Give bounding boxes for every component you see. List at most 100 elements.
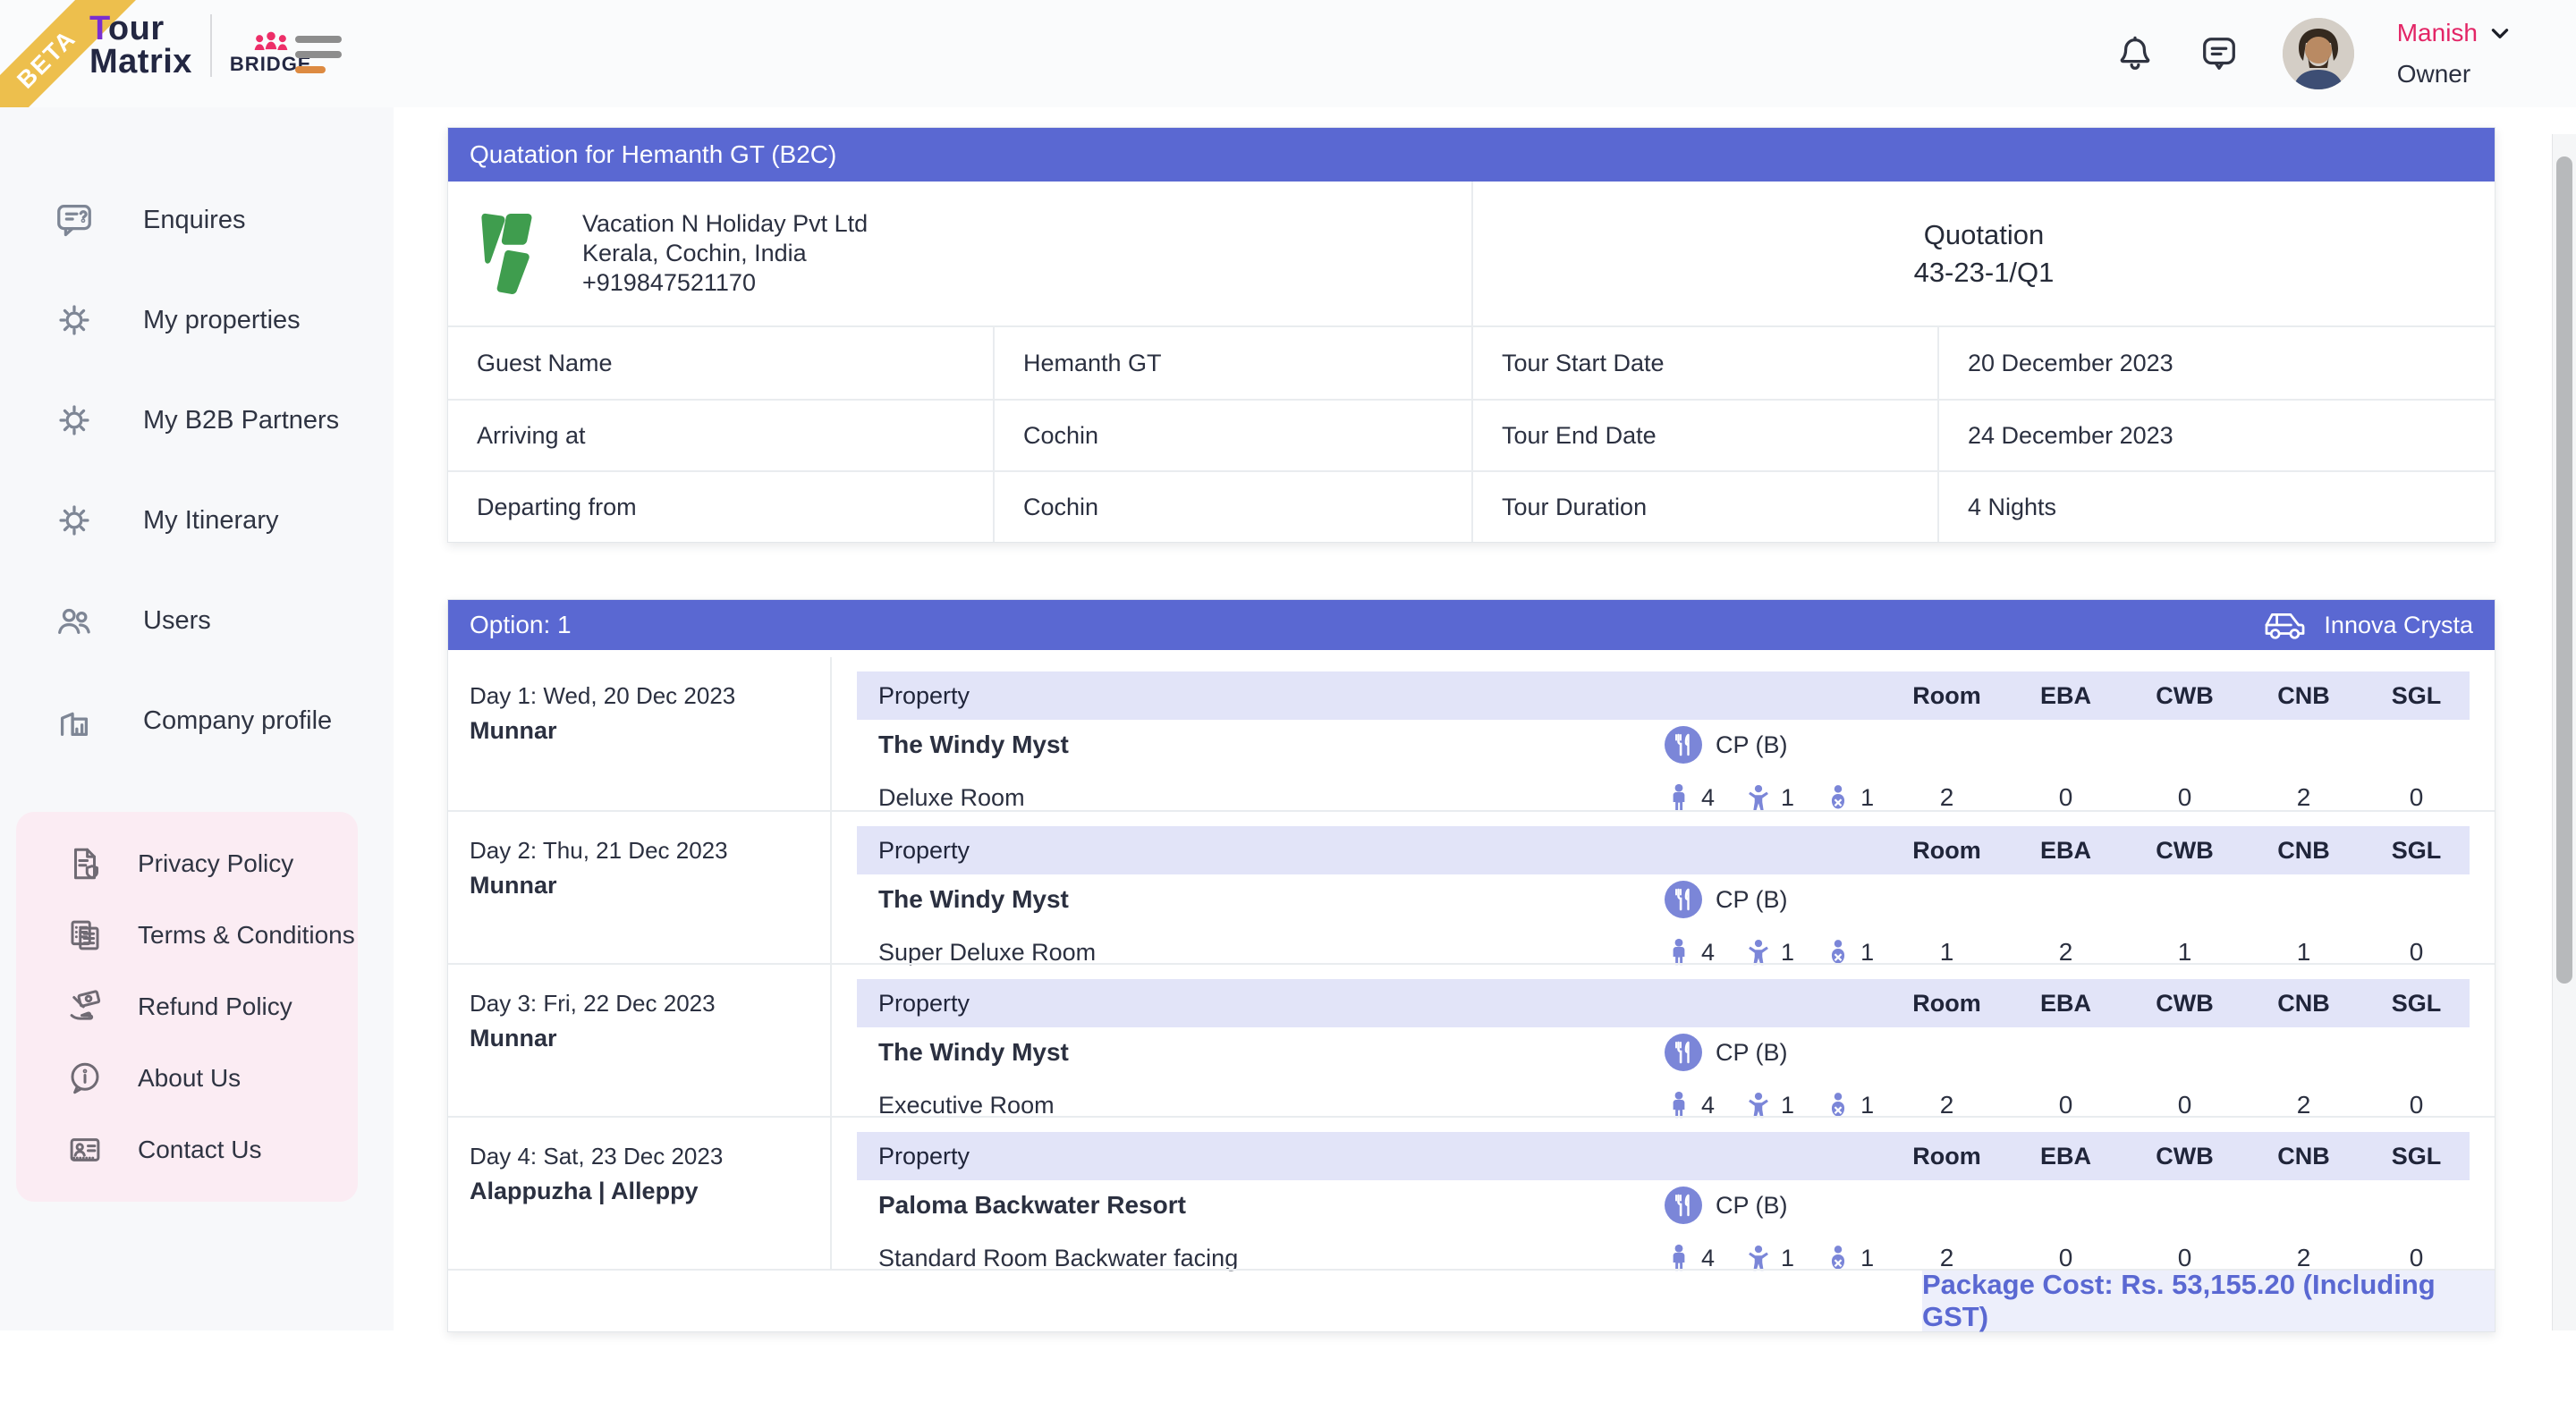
user-avatar[interactable] xyxy=(2283,18,2354,89)
car-icon xyxy=(2259,607,2309,643)
meal-plan: CP (B) xyxy=(1664,880,1887,919)
tour-end-label: Tour End Date xyxy=(1471,401,1937,470)
meal-plan-icon xyxy=(1664,880,1703,919)
notifications-bell-icon[interactable] xyxy=(2114,33,2156,74)
quotation-number: 43-23-1/Q1 xyxy=(1914,254,2055,291)
company-phone: +919847521170 xyxy=(582,268,868,298)
documents-icon xyxy=(66,916,104,954)
arriving-at-label: Arriving at xyxy=(448,401,993,470)
sidebar-item-my-itinerary[interactable]: My Itinerary xyxy=(0,470,394,570)
meal-plan: CP (B) xyxy=(1664,1033,1887,1072)
meal-plan: CP (B) xyxy=(1664,1186,1887,1225)
user-menu[interactable]: Manish Owner xyxy=(2397,21,2512,87)
sidebar-item-users[interactable]: Users xyxy=(0,570,394,671)
departing-from-value: Cochin xyxy=(993,472,1471,542)
day-row: Day 3: Fri, 22 Dec 2023 Munnar Property … xyxy=(448,963,2495,1116)
package-cost: Package Cost: Rs. 53,155.20 (Including G… xyxy=(1922,1271,2495,1331)
tour-start-label: Tour Start Date xyxy=(1471,327,1937,399)
day-row: Day 1: Wed, 20 Dec 2023 Munnar Property … xyxy=(448,657,2495,810)
day-location: Munnar xyxy=(470,1025,830,1052)
sgl-count: 0 xyxy=(2363,783,2470,812)
departing-from-label: Departing from xyxy=(448,472,993,542)
cwb-count: 0 xyxy=(2125,783,2244,812)
company-location: Kerala, Cochin, India xyxy=(582,239,868,268)
company-logo xyxy=(479,212,557,296)
tour-duration-label: Tour Duration xyxy=(1471,472,1937,542)
sidebar-item-enquires[interactable]: Enquires xyxy=(0,170,394,270)
guest-name-value: Hemanth GT xyxy=(993,327,1471,399)
bridge-people-icon xyxy=(251,28,291,53)
property-header-row: Property Room EBA CWB CNB SGL xyxy=(857,979,2470,1027)
top-bar: BETA Tour Matrix BRIDGE xyxy=(0,0,2576,107)
property-name: The Windy Myst xyxy=(878,885,1664,914)
property-name: Paloma Backwater Resort xyxy=(878,1191,1664,1220)
table-row: Guest Name Hemanth GT Tour Start Date 20… xyxy=(448,327,2495,399)
sidebar-footer-links: Privacy Policy Terms & Conditions Refund… xyxy=(16,812,358,1202)
arriving-at-value: Cochin xyxy=(993,401,1471,470)
option-card: Option: 1 Innova Crysta Day 1: Wed, 20 D… xyxy=(447,599,2496,1332)
document-shield-icon xyxy=(66,845,104,883)
day-location: Alappuzha | Alleppy xyxy=(470,1178,830,1205)
room-type: Standard Room Backwater facing xyxy=(878,1245,1664,1272)
day-location: Munnar xyxy=(470,717,830,745)
quotation-label: Quotation xyxy=(1924,216,2044,254)
logo-divider xyxy=(210,14,212,77)
tour-end-value: 24 December 2023 xyxy=(1937,401,2495,470)
sidebar-item-privacy-policy[interactable]: Privacy Policy xyxy=(16,828,358,899)
sidebar: Enquires My properties My B2B Partners M… xyxy=(0,107,394,1330)
info-bubble-icon xyxy=(66,1060,104,1097)
tour-duration-value: 4 Nights xyxy=(1937,472,2495,542)
quotation-card: Quatation for Hemanth GT (B2C) Vacation … xyxy=(447,127,2496,543)
sidebar-item-my-properties[interactable]: My properties xyxy=(0,270,394,370)
itinerary-days: Day 1: Wed, 20 Dec 2023 Munnar Property … xyxy=(448,657,2495,1269)
room-type: Deluxe Room xyxy=(878,784,1664,812)
scrollbar-thumb[interactable] xyxy=(2556,156,2572,984)
gear-icon xyxy=(54,300,95,341)
property-header-row: Property Room EBA CWB CNB SGL xyxy=(857,826,2470,874)
sidebar-item-about-us[interactable]: About Us xyxy=(16,1043,358,1114)
room-type: Super Deluxe Room xyxy=(878,939,1664,967)
guest-name-label: Guest Name xyxy=(448,327,993,399)
gear-icon xyxy=(54,500,95,541)
vehicle-badge: Innova Crysta xyxy=(2259,607,2473,643)
room-type: Executive Room xyxy=(878,1092,1664,1119)
room-count: 2 xyxy=(1887,783,2006,812)
page: BETA Tour Matrix BRIDGE xyxy=(0,0,2576,1402)
sidebar-item-company-profile[interactable]: Company profile xyxy=(0,671,394,771)
table-row: Departing from Cochin Tour Duration 4 Ni… xyxy=(448,470,2495,542)
day-date: Day 3: Fri, 22 Dec 2023 xyxy=(470,990,830,1018)
eba-count: 0 xyxy=(2006,783,2125,812)
menu-toggle-button[interactable] xyxy=(295,36,342,73)
scrollbar-track xyxy=(2552,134,2576,1330)
meal-plan-icon xyxy=(1664,725,1703,764)
money-hand-icon xyxy=(66,988,104,1026)
contact-card-icon xyxy=(66,1131,104,1169)
sidebar-item-refund-policy[interactable]: Refund Policy xyxy=(16,971,358,1043)
option-label: Option: 1 xyxy=(470,611,572,639)
property-header-row: Property Room EBA CWB CNB SGL xyxy=(857,671,2470,720)
day-date: Day 4: Sat, 23 Dec 2023 xyxy=(470,1143,830,1170)
app-logo[interactable]: Tour Matrix BRIDGE xyxy=(89,13,311,79)
sidebar-item-contact-us[interactable]: Contact Us xyxy=(16,1114,358,1186)
property-name: The Windy Myst xyxy=(878,731,1664,759)
cnb-count: 2 xyxy=(2244,783,2363,812)
chevron-down-icon xyxy=(2488,21,2512,45)
day-row: Day 4: Sat, 23 Dec 2023 Alappuzha | Alle… xyxy=(448,1116,2495,1269)
meal-plan-icon xyxy=(1664,1186,1703,1225)
day-location: Munnar xyxy=(470,872,830,899)
avatar-image xyxy=(2283,18,2354,89)
chat-question-icon xyxy=(54,199,95,241)
messages-icon[interactable] xyxy=(2199,33,2240,74)
tour-start-value: 20 December 2023 xyxy=(1937,327,2495,399)
quotation-card-header: Quatation for Hemanth GT (B2C) xyxy=(448,128,2495,182)
option-header: Option: 1 Innova Crysta xyxy=(448,600,2495,650)
sidebar-item-my-b2b-partners[interactable]: My B2B Partners xyxy=(0,370,394,470)
user-name: Manish xyxy=(2397,21,2478,46)
day-date: Day 2: Thu, 21 Dec 2023 xyxy=(470,837,830,865)
day-row: Day 2: Thu, 21 Dec 2023 Munnar Property … xyxy=(448,810,2495,963)
meal-plan-icon xyxy=(1664,1033,1703,1072)
sidebar-item-terms-conditions[interactable]: Terms & Conditions xyxy=(16,899,358,971)
property-name: The Windy Myst xyxy=(878,1038,1664,1067)
table-row: Arriving at Cochin Tour End Date 24 Dece… xyxy=(448,399,2495,470)
user-role: Owner xyxy=(2397,62,2512,87)
